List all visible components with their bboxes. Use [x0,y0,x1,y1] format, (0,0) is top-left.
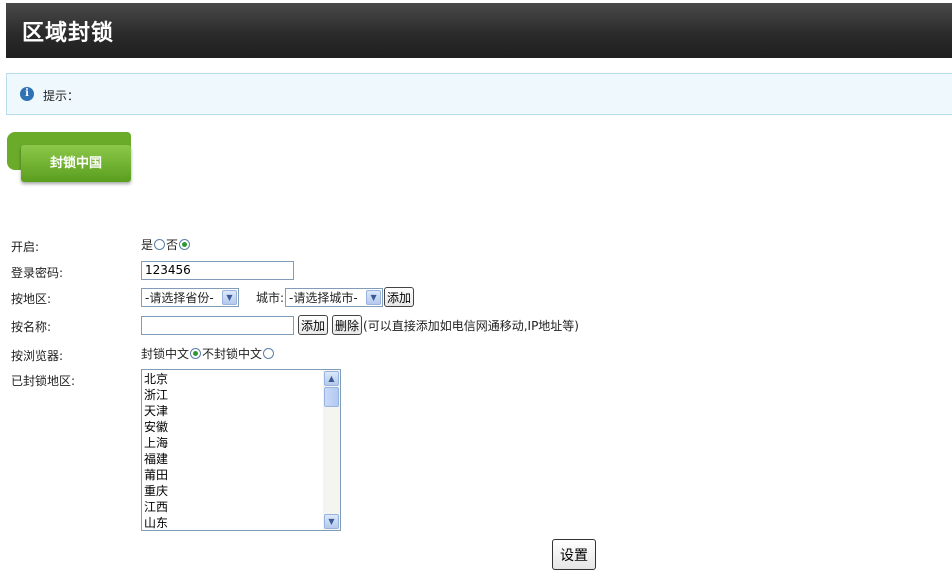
name-hint: (可以直接添加如电信网通移动,IP地址等) [363,318,579,333]
enable-yes-label: 是 [141,238,154,252]
password-label: 登录密码: [11,266,64,280]
list-item[interactable]: 安徽 [144,419,168,435]
province-select[interactable]: -请选择省份- ▼ [141,287,239,307]
city-label: 城市: [256,290,285,305]
list-item[interactable]: 浙江 [144,387,168,403]
page-header: 区域封锁 [6,3,952,58]
blocked-label: 已封锁地区: [11,374,76,388]
region-label: 按地区: [11,292,52,306]
scroll-thumb[interactable] [324,387,339,407]
chevron-down-icon[interactable]: ▼ [222,289,237,305]
region-row: -请选择省份- ▼ 城市: -请选择城市- ▼ 添加 [141,287,415,307]
enable-no-label: 否 [166,238,179,252]
list-item[interactable]: 福建 [144,451,168,467]
list-item[interactable]: 天津 [144,403,168,419]
info-icon: i [20,87,34,101]
enable-no-radio[interactable] [179,239,191,250]
page-title: 区域封锁 [22,21,115,46]
tip-text: 提示： [43,89,80,103]
name-row: 添加 删除 (可以直接添加如电信网通移动,IP地址等) [141,315,579,335]
name-add-button[interactable]: 添加 [298,315,329,335]
scroll-down-icon[interactable]: ▼ [324,514,339,529]
name-input[interactable] [141,315,294,335]
password-row: 123456 [141,261,294,280]
region-add-button[interactable]: 添加 [384,287,415,307]
blocked-region-list[interactable]: 北京 浙江 天津 安徽 上海 福建 莆田 重庆 江西 山东 ▲ ▼ [141,369,341,531]
list-item[interactable]: 山东 [144,515,168,530]
list-item[interactable]: 上海 [144,435,168,451]
password-input[interactable]: 123456 [141,261,294,280]
list-scrollbar[interactable]: ▲ ▼ [323,370,340,530]
enable-label: 开启: [11,240,40,254]
list-item[interactable]: 莆田 [144,467,168,483]
browser-label: 按浏览器: [11,349,64,363]
block-cn-radio[interactable] [190,348,202,359]
tab-block-china[interactable]: 封锁中国 [21,145,131,182]
city-select-value: -请选择城市- [289,290,358,305]
enable-radio-group: 是 否 [141,236,191,253]
scroll-up-icon[interactable]: ▲ [324,371,339,386]
city-select[interactable]: -请选择城市- ▼ [285,287,384,307]
chevron-down-icon[interactable]: ▼ [366,289,382,305]
list-item[interactable]: 北京 [144,371,168,387]
tip-bar: i 提示： [6,73,952,115]
browser-radio-group: 封锁中文 不封锁中文 [141,345,275,362]
enable-yes-radio[interactable] [154,239,166,250]
submit-button[interactable]: 设置 [552,539,596,570]
list-item[interactable]: 重庆 [144,483,168,499]
list-item[interactable]: 江西 [144,499,168,515]
blocked-region-items: 北京 浙江 天津 安徽 上海 福建 莆田 重庆 江西 山东 [144,371,168,530]
name-delete-button[interactable]: 删除 [332,315,363,335]
block-cn-label: 封锁中文 [141,347,190,361]
province-select-value: -请选择省份- [145,290,214,305]
no-block-cn-radio[interactable] [263,348,275,359]
name-label: 按名称: [11,320,52,334]
no-block-cn-label: 不封锁中文 [202,347,263,361]
